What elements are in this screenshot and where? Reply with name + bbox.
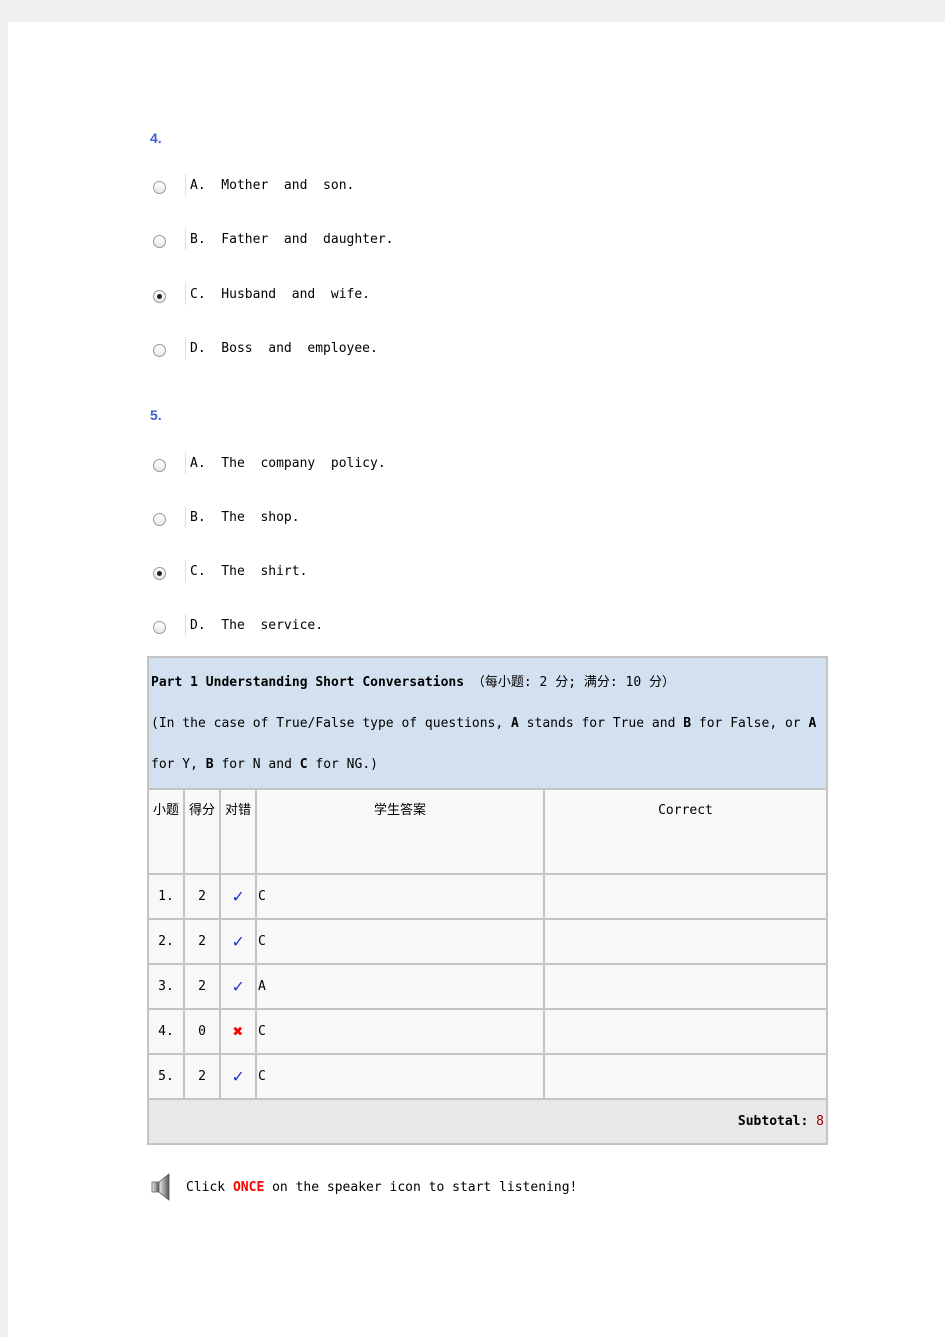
divider	[185, 452, 186, 474]
option-label: D. The service.	[190, 617, 324, 633]
prompt-text: Click	[186, 1179, 233, 1195]
answer-option[interactable]: A. The company policy.	[150, 452, 386, 474]
divider	[185, 174, 186, 196]
divider	[185, 228, 186, 250]
subtotal-value: 8	[816, 1114, 824, 1129]
answer-option[interactable]: A. Mother and son.	[150, 174, 354, 196]
row-result: ✓	[219, 963, 257, 1010]
scoring: （每小题: 2 分; 满分: 10 分）	[471, 674, 675, 690]
radio-button[interactable]	[153, 458, 166, 472]
col-number: 小题	[147, 788, 185, 875]
radio-button[interactable]	[153, 289, 166, 303]
question-number: 5.	[150, 407, 162, 423]
col-correct: Correct	[543, 788, 828, 875]
option-label: C. The shirt.	[190, 563, 308, 579]
row-score: 2	[183, 963, 221, 1010]
option-label: B. The shop.	[190, 509, 300, 525]
col-result: 对错	[219, 788, 257, 875]
divider	[185, 283, 186, 305]
row-result: ✖	[219, 1008, 257, 1055]
table-row: 4. 0 ✖ C	[147, 1008, 828, 1055]
col-student-answer: 学生答案	[255, 788, 545, 875]
row-score: 2	[183, 918, 221, 965]
radio-button[interactable]	[153, 620, 166, 634]
table-row: 3. 2 ✓ A	[147, 963, 828, 1010]
check-icon: ✓	[232, 1066, 244, 1087]
divider	[185, 337, 186, 359]
answer-option[interactable]: D. The service.	[150, 614, 323, 636]
option-label: B. Father and daughter.	[190, 231, 394, 247]
prompt-emphasis: ONCE	[232, 1179, 265, 1195]
row-number: 4.	[147, 1008, 185, 1055]
instructions-note: (In the case of True/False type of quest…	[151, 715, 817, 772]
answer-option[interactable]: B. Father and daughter.	[150, 228, 394, 250]
row-correct	[543, 1053, 828, 1100]
table-row: 1. 2 ✓ C	[147, 873, 828, 920]
col-score: 得分	[183, 788, 221, 875]
option-label: A. The company policy.	[190, 455, 386, 471]
row-score: 2	[183, 1053, 221, 1100]
radio-button[interactable]	[153, 234, 166, 248]
row-number: 3.	[147, 963, 185, 1010]
prompt-text-rest: on the speaker icon to start listening!	[264, 1179, 578, 1195]
row-number: 5.	[147, 1053, 185, 1100]
answer-option[interactable]: D. Boss and employee.	[150, 337, 378, 359]
row-number: 2.	[147, 918, 185, 965]
table-row: 2. 2 ✓ C	[147, 918, 828, 965]
row-result: ✓	[219, 918, 257, 965]
table-row: 5. 2 ✓ C	[147, 1053, 828, 1100]
row-answer: C	[255, 1008, 545, 1055]
results-header: Part 1 Understanding Short Conversations…	[147, 656, 828, 790]
row-correct	[543, 873, 828, 920]
check-icon: ✓	[232, 976, 244, 997]
row-answer: C	[255, 918, 545, 965]
row-answer: C	[255, 1053, 545, 1100]
answer-option[interactable]: C. The shirt.	[150, 560, 307, 582]
column-headers: 小题 得分 对错 学生答案 Correct	[147, 788, 828, 875]
question-number: 4.	[150, 130, 162, 146]
divider	[185, 506, 186, 528]
row-answer: C	[255, 873, 545, 920]
row-number: 1.	[147, 873, 185, 920]
radio-button[interactable]	[153, 512, 166, 526]
answer-option[interactable]: C. Husband and wife.	[150, 283, 370, 305]
row-score: 2	[183, 873, 221, 920]
option-label: A. Mother and son.	[190, 177, 355, 193]
divider	[185, 614, 186, 636]
row-result: ✓	[219, 873, 257, 920]
row-correct	[543, 918, 828, 965]
row-result: ✓	[219, 1053, 257, 1100]
option-label: C. Husband and wife.	[190, 286, 371, 302]
row-correct	[543, 1008, 828, 1055]
part-title: Part 1 Understanding Short Conversations	[151, 674, 465, 690]
row-answer: A	[255, 963, 545, 1010]
cross-icon: ✖	[232, 1021, 244, 1042]
divider	[185, 560, 186, 582]
check-icon: ✓	[232, 931, 244, 952]
listening-prompt: Click ONCE on the speaker icon to start …	[150, 1172, 577, 1202]
results-table: Part 1 Understanding Short Conversations…	[147, 656, 828, 1145]
radio-button[interactable]	[153, 180, 166, 194]
option-label: D. Boss and employee.	[190, 340, 378, 356]
subtotal-row: Subtotal: 8	[147, 1098, 828, 1145]
row-score: 0	[183, 1008, 221, 1055]
radio-button[interactable]	[153, 566, 166, 580]
subtotal-label: Subtotal:	[737, 1114, 809, 1129]
radio-button[interactable]	[153, 343, 166, 357]
row-correct	[543, 963, 828, 1010]
speaker-icon[interactable]	[150, 1172, 172, 1202]
check-icon: ✓	[232, 886, 244, 907]
answer-option[interactable]: B. The shop.	[150, 506, 300, 528]
